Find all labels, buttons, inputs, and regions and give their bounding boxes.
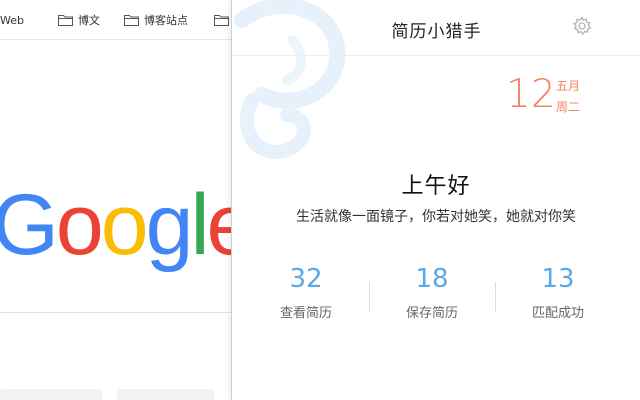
folder-icon — [214, 15, 229, 26]
stat-label: 查看简历 — [279, 306, 332, 321]
logo-letter: l — [190, 177, 209, 273]
logo-letter: o — [55, 177, 104, 273]
stat-label: 匹配成功 — [531, 306, 584, 321]
stat-divider — [495, 282, 496, 312]
extension-popup: 简历小猎手 12 五月 周二 上午好 生活就像一面镜子，你若对她笑，她就对你笑 … — [231, 0, 640, 400]
stat-divider — [369, 282, 370, 312]
logo-letter: G — [0, 177, 59, 273]
greeting: 上午好 — [401, 174, 471, 199]
date-day: 12 — [506, 72, 556, 117]
date-month: 五月 — [556, 79, 581, 93]
folder-icon — [58, 15, 73, 26]
lucky-button[interactable] — [117, 389, 214, 400]
stat-viewed-resumes[interactable]: 32 查看简历 — [256, 266, 356, 321]
stat-matched[interactable]: 13 匹配成功 — [508, 266, 608, 321]
date-weekday: 周二 — [556, 100, 581, 114]
motto: 生活就像一面镜子，你若对她笑，她就对你笑 — [296, 209, 576, 225]
stat-saved-resumes[interactable]: 18 保存简历 — [382, 266, 482, 321]
gear-icon — [572, 16, 592, 36]
search-button[interactable] — [0, 389, 102, 400]
bookmark-blog-sites[interactable]: 博客站点 — [124, 12, 188, 28]
bookmark-label: 博文 — [78, 14, 100, 27]
screen: Web 博文 博客站点 Google 简历小猎手 12 五月 周二 上午好 生活… — [0, 0, 640, 400]
folder-icon — [124, 15, 139, 26]
popup-header: 简历小猎手 — [232, 0, 640, 56]
stat-value: 13 — [541, 264, 575, 294]
stat-value: 32 — [289, 264, 323, 294]
settings-button[interactable] — [572, 16, 592, 36]
search-box-edge[interactable] — [0, 312, 232, 313]
stat-value: 18 — [415, 264, 449, 294]
google-logo: Google — [0, 177, 254, 273]
bookmark-label: Web — [0, 13, 24, 27]
stat-label: 保存简历 — [405, 306, 458, 321]
bookmark-blog-posts[interactable]: 博文 — [58, 12, 100, 28]
bookmark-label: 博客站点 — [144, 14, 188, 27]
bookmark-web[interactable]: Web — [0, 12, 24, 28]
logo-letter: g — [145, 177, 194, 273]
logo-letter: o — [100, 177, 149, 273]
